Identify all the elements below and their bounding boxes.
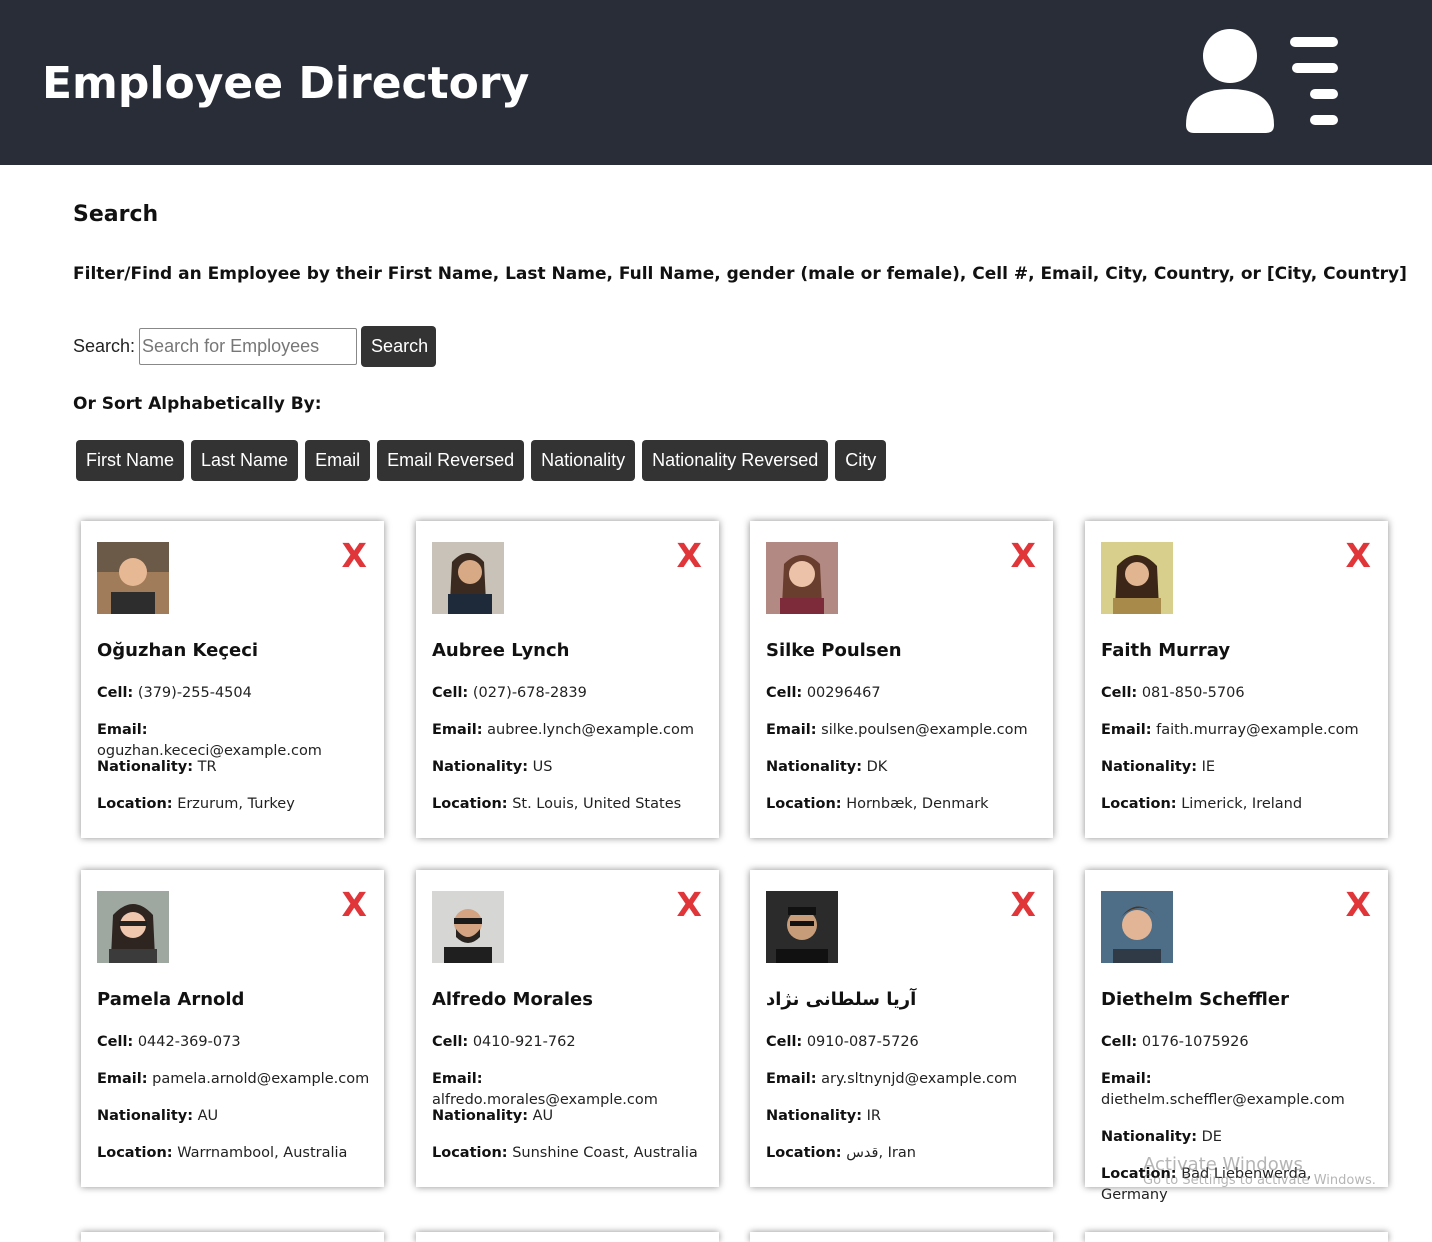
employee-card: X Diethelm Scheffler Cell: 0176-1075926 … [1085, 870, 1388, 1203]
page-title: Employee Directory [42, 58, 530, 109]
sort-buttons: First Name Last Name Email Email Reverse… [76, 440, 893, 481]
employee-location: Location: Warrnambool, Australia [97, 1145, 348, 1161]
app-header: Employee Directory [0, 0, 1432, 165]
employee-email: Email: faith.murray@example.com [1101, 722, 1359, 738]
employee-avatar [1101, 542, 1173, 614]
employee-cell: Cell: (027)-678-2839 [432, 685, 587, 701]
employee-card: X Silke Poulsen Cell: 00296467 Email: si… [750, 521, 1053, 838]
search-label: Search: [73, 336, 136, 356]
employee-card-partial [81, 1232, 384, 1242]
remove-employee-button[interactable]: X [1011, 888, 1036, 921]
employee-name: آریا سلطانی نژاد [766, 989, 917, 1010]
sort-email-reversed-button[interactable]: Email Reversed [377, 440, 525, 481]
employee-location: Location: Hornbæk, Denmark [766, 796, 989, 812]
employee-location: Location: قدس, Iran [766, 1145, 916, 1161]
employee-email: Email: diethelm.scheffler@example.com [1101, 1071, 1345, 1108]
employee-location: Location: Limerick, Ireland [1101, 796, 1303, 812]
employee-name: Silke Poulsen [766, 640, 902, 661]
employee-location: Location: Erzurum, Turkey [97, 796, 295, 812]
remove-employee-button[interactable]: X [1346, 539, 1371, 572]
user-list-icon [1186, 29, 1338, 133]
employee-avatar [432, 891, 504, 963]
employee-avatar [432, 542, 504, 614]
search-input[interactable] [139, 328, 358, 365]
remove-employee-button[interactable]: X [677, 539, 702, 572]
employee-email: Email: alfredo.morales@example.com [432, 1071, 658, 1108]
employee-card: X Faith Murray Cell: 081-850-5706 Email:… [1085, 521, 1388, 838]
employee-nationality: Nationality: DK [766, 759, 888, 775]
employee-avatar [97, 891, 169, 963]
employee-name: Diethelm Scheffler [1101, 989, 1289, 1010]
employee-email: Email: ary.sltnynjd@example.com [766, 1071, 1018, 1087]
employee-email: Email: aubree.lynch@example.com [432, 722, 694, 738]
employee-nationality: Nationality: AU [432, 1108, 554, 1124]
employee-name: Aubree Lynch [432, 640, 570, 661]
employee-name: Pamela Arnold [97, 989, 245, 1010]
employee-nationality: Nationality: AU [97, 1108, 219, 1124]
employee-avatar [1101, 891, 1173, 963]
employee-card: X Aubree Lynch Cell: (027)-678-2839 Emai… [416, 521, 719, 838]
sort-email-button[interactable]: Email [305, 440, 371, 481]
employee-email: Email: pamela.arnold@example.com [97, 1071, 370, 1087]
employee-cell: Cell: 00296467 [766, 685, 881, 701]
employee-cell: Cell: 081-850-5706 [1101, 685, 1245, 701]
employee-cell: Cell: 0410-921-762 [432, 1034, 576, 1050]
employee-nationality: Nationality: IE [1101, 759, 1216, 775]
employee-email: Email: oguzhan.kececi@example.com [97, 722, 322, 759]
activate-windows-watermark: Activate Windows Go to Settings to activ… [1143, 1154, 1376, 1188]
employee-nationality: Nationality: IR [766, 1108, 881, 1124]
employee-name: Faith Murray [1101, 640, 1231, 661]
watermark-subtitle: Go to Settings to activate Windows. [1143, 1173, 1376, 1188]
remove-employee-button[interactable]: X [677, 888, 702, 921]
employee-nationality: Nationality: TR [97, 759, 217, 775]
search-heading: Search [73, 202, 159, 227]
remove-employee-button[interactable]: X [1011, 539, 1036, 572]
search-button[interactable]: Search [361, 326, 437, 367]
employee-name: Oğuzhan Keçeci [97, 640, 259, 661]
employee-avatar [766, 542, 838, 614]
watermark-title: Activate Windows [1143, 1154, 1303, 1175]
employee-avatar [97, 542, 169, 614]
sort-first-name-button[interactable]: First Name [76, 440, 185, 481]
remove-employee-button[interactable]: X [342, 888, 367, 921]
employee-avatar [766, 891, 838, 963]
sort-last-name-button[interactable]: Last Name [191, 440, 299, 481]
employee-card-partial [750, 1232, 1053, 1242]
employee-name: Alfredo Morales [432, 989, 593, 1010]
employee-cell: Cell: 0176-1075926 [1101, 1034, 1249, 1050]
employee-nationality: Nationality: US [432, 759, 553, 775]
sort-heading: Or Sort Alphabetically By: [73, 394, 322, 414]
employee-card: X Alfredo Morales Cell: 0410-921-762 Ema… [416, 870, 719, 1187]
remove-employee-button[interactable]: X [1346, 888, 1371, 921]
employee-card: X Pamela Arnold Cell: 0442-369-073 Email… [81, 870, 384, 1187]
sort-nationality-reversed-button[interactable]: Nationality Reversed [642, 440, 829, 481]
employee-email: Email: silke.poulsen@example.com [766, 722, 1028, 738]
sort-city-button[interactable]: City [835, 440, 887, 481]
search-form: Search: Search [73, 326, 437, 367]
employee-card-partial [416, 1232, 719, 1242]
remove-employee-button[interactable]: X [342, 539, 367, 572]
employee-card: X Oğuzhan Keçeci Cell: (379)-255-4504 Em… [81, 521, 384, 838]
employee-location: Location: St. Louis, United States [432, 796, 682, 812]
employee-cell: Cell: (379)-255-4504 [97, 685, 252, 701]
filter-description: Filter/Find an Employee by their First N… [73, 264, 1407, 284]
employee-card: X آریا سلطانی نژاد Cell: 0910-087-5726 E… [750, 870, 1053, 1187]
employee-location: Location: Sunshine Coast, Australia [432, 1145, 698, 1161]
employee-card-partial [1085, 1232, 1388, 1242]
employee-cell: Cell: 0910-087-5726 [766, 1034, 919, 1050]
employee-nationality: Nationality: DE [1101, 1129, 1222, 1145]
employee-cell: Cell: 0442-369-073 [97, 1034, 241, 1050]
sort-nationality-button[interactable]: Nationality [531, 440, 636, 481]
